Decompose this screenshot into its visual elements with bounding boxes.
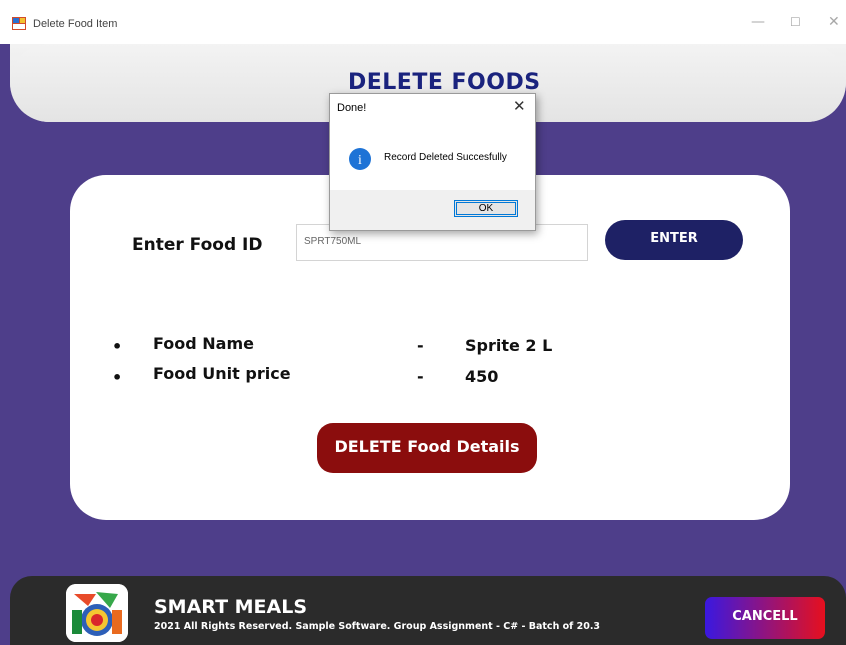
- food-name-dash: -: [417, 336, 424, 355]
- info-icon: i: [349, 148, 371, 170]
- minimize-button[interactable]: —: [751, 14, 765, 30]
- maximize-button[interactable]: ☐: [790, 15, 801, 29]
- smart-meals-logo: [66, 584, 128, 642]
- message-dialog: Done! ✕ i Record Deleted Succesfully OK: [329, 93, 536, 231]
- close-button[interactable]: ✕: [828, 14, 840, 30]
- bullet-icon: •: [112, 337, 123, 356]
- delete-food-button[interactable]: DELETE Food Details: [317, 423, 537, 473]
- dialog-title: Done!: [337, 102, 367, 114]
- footer-bar: SMART MEALS 2021 All Rights Reserved. Sa…: [10, 576, 846, 645]
- dialog-message: Record Deleted Succesfully: [384, 152, 507, 163]
- enter-button[interactable]: ENTER: [605, 220, 743, 260]
- food-price-value: 450: [465, 367, 499, 386]
- food-id-label: Enter Food ID: [132, 235, 263, 255]
- window-title: Delete Food Item: [33, 18, 118, 30]
- app-window-icon: [12, 17, 26, 30]
- dialog-footer: OK: [330, 190, 535, 230]
- food-name-value: Sprite 2 L: [465, 336, 553, 355]
- bullet-icon: •: [112, 368, 123, 387]
- food-price-dash: -: [417, 367, 424, 386]
- info-glyph: i: [358, 153, 362, 168]
- ok-button[interactable]: OK: [454, 200, 518, 217]
- footer-copyright: 2021 All Rights Reserved. Sample Softwar…: [154, 621, 601, 632]
- brand-name: SMART MEALS: [154, 596, 308, 618]
- logo-graphic: [66, 584, 128, 642]
- food-price-label: Food Unit price: [153, 364, 291, 383]
- dialog-close-button[interactable]: ✕: [513, 97, 526, 115]
- cancel-button[interactable]: CANCELL: [705, 597, 825, 639]
- page-title: DELETE FOODS: [348, 70, 541, 95]
- window-titlebar: Delete Food Item — ☐ ✕: [0, 0, 846, 45]
- food-name-label: Food Name: [153, 334, 254, 353]
